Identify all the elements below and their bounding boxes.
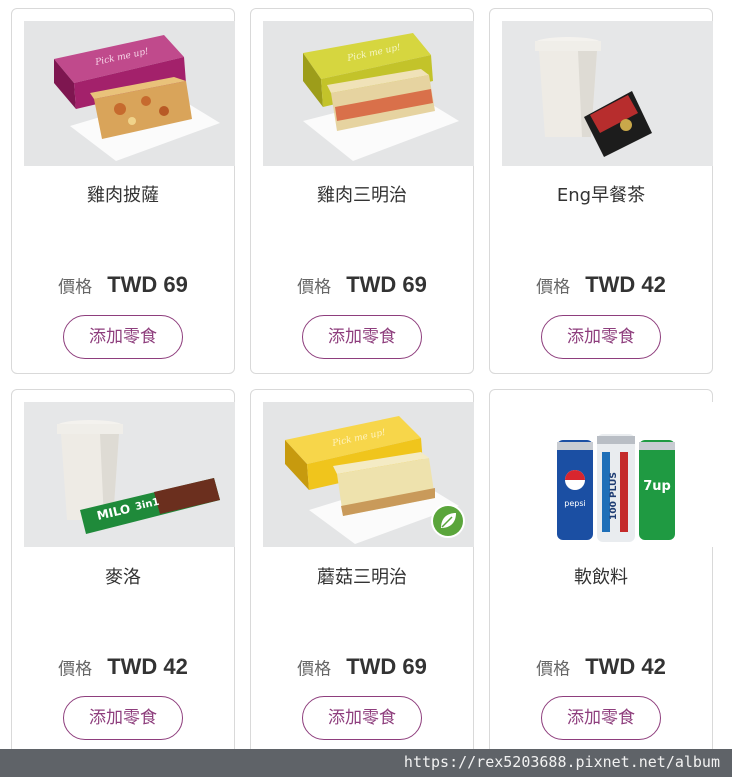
- vegetarian-leaf-icon: [430, 503, 466, 539]
- price-value: TWD 42: [585, 272, 666, 297]
- product-name: 軟飲料: [574, 567, 628, 588]
- watermark-url: https://rex5203688.pixnet.net/album: [403, 753, 720, 771]
- product-image-soft-drinks: pepsi 100 PLUS 7up: [502, 402, 713, 547]
- can-brand: pepsi: [564, 499, 585, 508]
- price-label: 價格: [58, 659, 93, 680]
- product-price: 價格 TWD 69: [251, 272, 473, 298]
- product-card-chicken-pizza: Pick me up! 雞肉披薩 價格 TWD 69 添加零食: [11, 8, 235, 374]
- product-grid: Pick me up! 雞肉披薩 價格 TWD 69 添加零食 Pick me …: [0, 0, 732, 777]
- add-snack-button[interactable]: 添加零食: [63, 696, 183, 740]
- product-card-english-breakfast-tea: Eng早餐茶 價格 TWD 42 添加零食: [489, 8, 713, 374]
- price-label: 價格: [536, 659, 571, 680]
- product-price: 價格 TWD 69: [251, 654, 473, 680]
- product-card-soft-drinks: pepsi 100 PLUS 7up 軟飲料 價格 TWD 42 添加零食: [489, 389, 713, 759]
- product-price: 價格 TWD 42: [12, 654, 234, 680]
- can-brand: 7up: [643, 479, 671, 494]
- price-value: TWD 69: [346, 654, 427, 679]
- product-name: 雞肉披薩: [87, 185, 159, 206]
- product-name: 麥洛: [105, 567, 141, 588]
- watermark-bar: https://rex5203688.pixnet.net/album: [0, 749, 732, 777]
- add-snack-button[interactable]: 添加零食: [541, 696, 661, 740]
- product-image-chicken-pizza: Pick me up!: [24, 21, 235, 166]
- price-value: TWD 42: [107, 654, 188, 679]
- product-name: 蘑菇三明治: [317, 567, 407, 588]
- product-image-milo: MILO 3in1: [24, 402, 235, 547]
- can-brand: 100 PLUS: [609, 472, 619, 520]
- price-label: 價格: [297, 659, 332, 680]
- product-price: 價格 TWD 42: [490, 654, 712, 680]
- price-value: TWD 69: [107, 272, 188, 297]
- price-value: TWD 69: [346, 272, 427, 297]
- product-image-chicken-sandwich: Pick me up!: [263, 21, 474, 166]
- product-card-chicken-sandwich: Pick me up! 雞肉三明治 價格 TWD 69 添加零食: [250, 8, 474, 374]
- price-label: 價格: [297, 277, 332, 298]
- add-snack-button[interactable]: 添加零食: [541, 315, 661, 359]
- price-value: TWD 42: [585, 654, 666, 679]
- price-label: 價格: [536, 277, 571, 298]
- add-snack-button[interactable]: 添加零食: [302, 315, 422, 359]
- add-snack-button[interactable]: 添加零食: [63, 315, 183, 359]
- price-label: 價格: [58, 277, 93, 298]
- product-image-mushroom-sandwich: Pick me up!: [263, 402, 474, 547]
- product-card-mushroom-sandwich: Pick me up! 蘑菇三明治 價格 TWD 69 添加零食: [250, 389, 474, 759]
- product-price: 價格 TWD 42: [490, 272, 712, 298]
- add-snack-button[interactable]: 添加零食: [302, 696, 422, 740]
- product-name: Eng早餐茶: [556, 185, 646, 206]
- product-name: 雞肉三明治: [317, 185, 407, 206]
- product-card-milo: MILO 3in1 麥洛 價格 TWD 42 添加零食: [11, 389, 235, 759]
- product-image-english-breakfast-tea: [502, 21, 713, 166]
- product-price: 價格 TWD 69: [12, 272, 234, 298]
